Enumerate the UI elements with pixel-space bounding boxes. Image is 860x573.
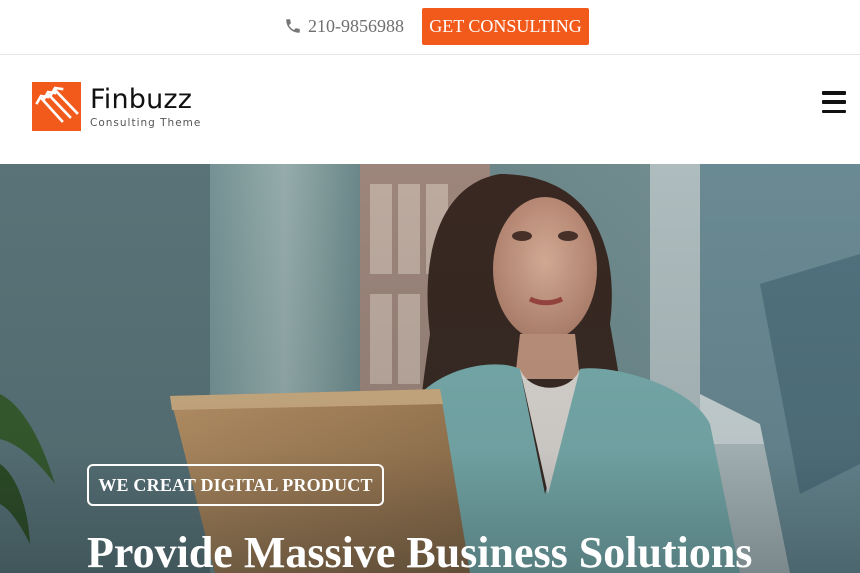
phone-number: 210-9856988 bbox=[308, 15, 404, 36]
hero-title: Provide Massive Business Solutions bbox=[87, 528, 753, 573]
finbuzz-logo-icon bbox=[32, 82, 81, 131]
logo-name: Finbuzz bbox=[90, 83, 193, 115]
menu-bar bbox=[822, 91, 846, 95]
logo-tagline: Consulting Theme bbox=[90, 116, 202, 129]
menu-bar bbox=[822, 109, 846, 113]
top-bar: 210-9856988 GET CONSULTING bbox=[0, 0, 860, 55]
logo[interactable]: Finbuzz Consulting Theme bbox=[32, 82, 201, 131]
phone-icon bbox=[286, 19, 300, 33]
menu-bar bbox=[822, 100, 846, 104]
site-header: Finbuzz Consulting Theme bbox=[0, 55, 860, 164]
get-consulting-button[interactable]: GET CONSULTING bbox=[422, 8, 589, 45]
logo-text: Finbuzz Consulting Theme bbox=[90, 83, 202, 129]
hero-badge: WE CREAT DIGITAL PRODUCT bbox=[87, 464, 384, 506]
phone-link[interactable]: 210-9856988 bbox=[284, 14, 404, 38]
hero-section: WE CREAT DIGITAL PRODUCT Provide Massive… bbox=[0, 164, 860, 573]
hero-overlay bbox=[0, 164, 860, 573]
hamburger-menu-icon[interactable] bbox=[822, 91, 846, 113]
